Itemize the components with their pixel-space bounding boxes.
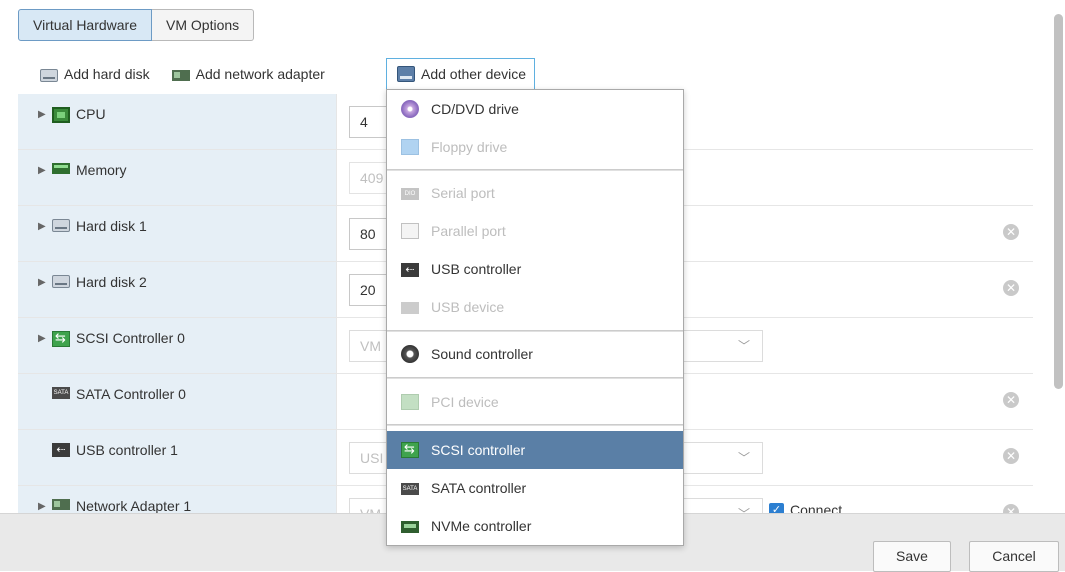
serial-port-icon: DIO <box>401 188 419 200</box>
menu-item-label: SCSI controller <box>431 442 526 458</box>
cd-dvd-icon <box>401 100 419 118</box>
hard-disk-icon <box>40 68 58 82</box>
network-adapter-icon <box>171 70 190 81</box>
menu-item-scsi-controller[interactable]: SCSI controller <box>387 431 683 469</box>
hardware-label: ▶ ⇠ USB controller 1 <box>18 430 336 485</box>
hardware-toolbar: Add hard disk Add network adapter Add ot… <box>38 58 598 90</box>
tab-bar: Virtual Hardware VM Options <box>18 9 255 41</box>
menu-item-label: Serial port <box>431 185 495 201</box>
menu-item-serial-port: DIO Serial port <box>387 174 683 212</box>
scsi-controller-label: SCSI Controller 0 <box>76 330 185 346</box>
menu-separator <box>387 424 683 426</box>
memory-label: Memory <box>76 162 127 178</box>
expand-arrow-icon[interactable]: ▶ <box>38 333 52 344</box>
remove-device-icon[interactable]: ✕ <box>1003 224 1019 240</box>
nvme-icon <box>401 521 419 533</box>
add-other-device-label: Add other device <box>421 66 527 82</box>
menu-item-label: USB controller <box>431 261 522 277</box>
hardware-label: ▶ SATA SATA Controller 0 <box>18 374 336 429</box>
usb-icon: ⇠ <box>52 443 70 457</box>
add-hard-disk-button[interactable]: Add hard disk <box>38 58 152 90</box>
chevron-down-icon: ﹀ <box>737 451 750 465</box>
chevron-down-icon: ﹀ <box>737 339 750 353</box>
menu-item-label: CD/DVD drive <box>431 101 519 117</box>
expand-arrow-icon[interactable]: ▶ <box>38 501 52 512</box>
usb-device-icon <box>401 302 419 314</box>
hardware-label[interactable]: ▶ Network Adapter 1 <box>18 486 336 514</box>
pci-icon <box>401 394 419 410</box>
network-adapter-label: Network Adapter 1 <box>76 498 192 514</box>
hard-disk-1-label: Hard disk 1 <box>76 218 147 234</box>
save-button[interactable]: Save <box>873 541 951 572</box>
floppy-icon <box>401 139 419 155</box>
hard-disk-2-label: Hard disk 2 <box>76 274 147 290</box>
hard-disk-icon <box>52 275 70 288</box>
menu-item-label: Floppy drive <box>431 139 508 155</box>
network-adapter-icon <box>52 499 70 510</box>
remove-device-icon[interactable]: ✕ <box>1003 280 1019 296</box>
menu-item-label: PCI device <box>431 394 499 410</box>
hardware-label[interactable]: ▶ Memory <box>18 150 336 205</box>
cancel-button[interactable]: Cancel <box>969 541 1059 572</box>
add-device-menu: CD/DVD drive Floppy drive DIO Serial por… <box>386 89 684 546</box>
hardware-label[interactable]: ▶ SCSI Controller 0 <box>18 318 336 373</box>
menu-item-nvme-controller[interactable]: NVMe controller <box>387 507 683 545</box>
menu-item-parallel-port: Parallel port <box>387 212 683 250</box>
device-icon <box>397 66 415 82</box>
tab-virtual-hardware[interactable]: Virtual Hardware <box>18 9 153 41</box>
hardware-label[interactable]: ▶ Hard disk 1 <box>18 206 336 261</box>
sata-icon: SATA <box>401 483 419 495</box>
menu-item-label: SATA controller <box>431 480 527 496</box>
add-hard-disk-label: Add hard disk <box>64 66 150 82</box>
usb-type-value: USI <box>360 450 384 466</box>
usb-controller-label: USB controller 1 <box>76 442 178 458</box>
menu-item-label: Sound controller <box>431 346 533 362</box>
remove-device-icon[interactable]: ✕ <box>1003 448 1019 464</box>
menu-separator <box>387 330 683 332</box>
add-network-adapter-button[interactable]: Add network adapter <box>170 58 327 90</box>
menu-item-pci-device: PCI device <box>387 383 683 421</box>
menu-item-usb-controller[interactable]: ⇠ USB controller <box>387 250 683 288</box>
menu-separator <box>387 169 683 171</box>
sata-controller-label: SATA Controller 0 <box>76 386 186 402</box>
vertical-scrollbar[interactable] <box>1054 14 1063 389</box>
scsi-icon <box>401 441 419 458</box>
menu-separator <box>387 377 683 379</box>
menu-item-usb-device: USB device <box>387 288 683 326</box>
menu-item-sata-controller[interactable]: SATA SATA controller <box>387 469 683 507</box>
tab-vm-options[interactable]: VM Options <box>152 9 255 41</box>
menu-item-sound-controller[interactable]: Sound controller <box>387 335 683 373</box>
menu-item-cd-dvd-drive[interactable]: CD/DVD drive <box>387 90 683 128</box>
expand-arrow-icon[interactable]: ▶ <box>38 165 52 176</box>
cpu-icon <box>52 107 70 123</box>
add-other-device-button[interactable]: Add other device <box>386 58 536 90</box>
menu-item-label: NVMe controller <box>431 518 532 534</box>
menu-item-label: USB device <box>431 299 505 315</box>
menu-item-floppy-drive: Floppy drive <box>387 128 683 166</box>
sata-icon: SATA <box>52 387 70 399</box>
scsi-type-value: VM <box>360 338 381 354</box>
remove-device-icon[interactable]: ✕ <box>1003 392 1019 408</box>
menu-item-label: Parallel port <box>431 223 506 239</box>
memory-icon <box>52 163 70 174</box>
hardware-label[interactable]: ▶ CPU <box>18 94 336 149</box>
cpu-label: CPU <box>76 106 106 122</box>
hard-disk-icon <box>52 219 70 232</box>
sound-icon <box>401 345 419 363</box>
expand-arrow-icon[interactable]: ▶ <box>38 109 52 120</box>
parallel-port-icon <box>401 223 419 239</box>
usb-icon: ⇠ <box>401 262 419 277</box>
hardware-label[interactable]: ▶ Hard disk 2 <box>18 262 336 317</box>
add-network-adapter-label: Add network adapter <box>195 66 325 82</box>
scsi-icon <box>52 330 70 347</box>
expand-arrow-icon[interactable]: ▶ <box>38 277 52 288</box>
expand-arrow-icon[interactable]: ▶ <box>38 221 52 232</box>
